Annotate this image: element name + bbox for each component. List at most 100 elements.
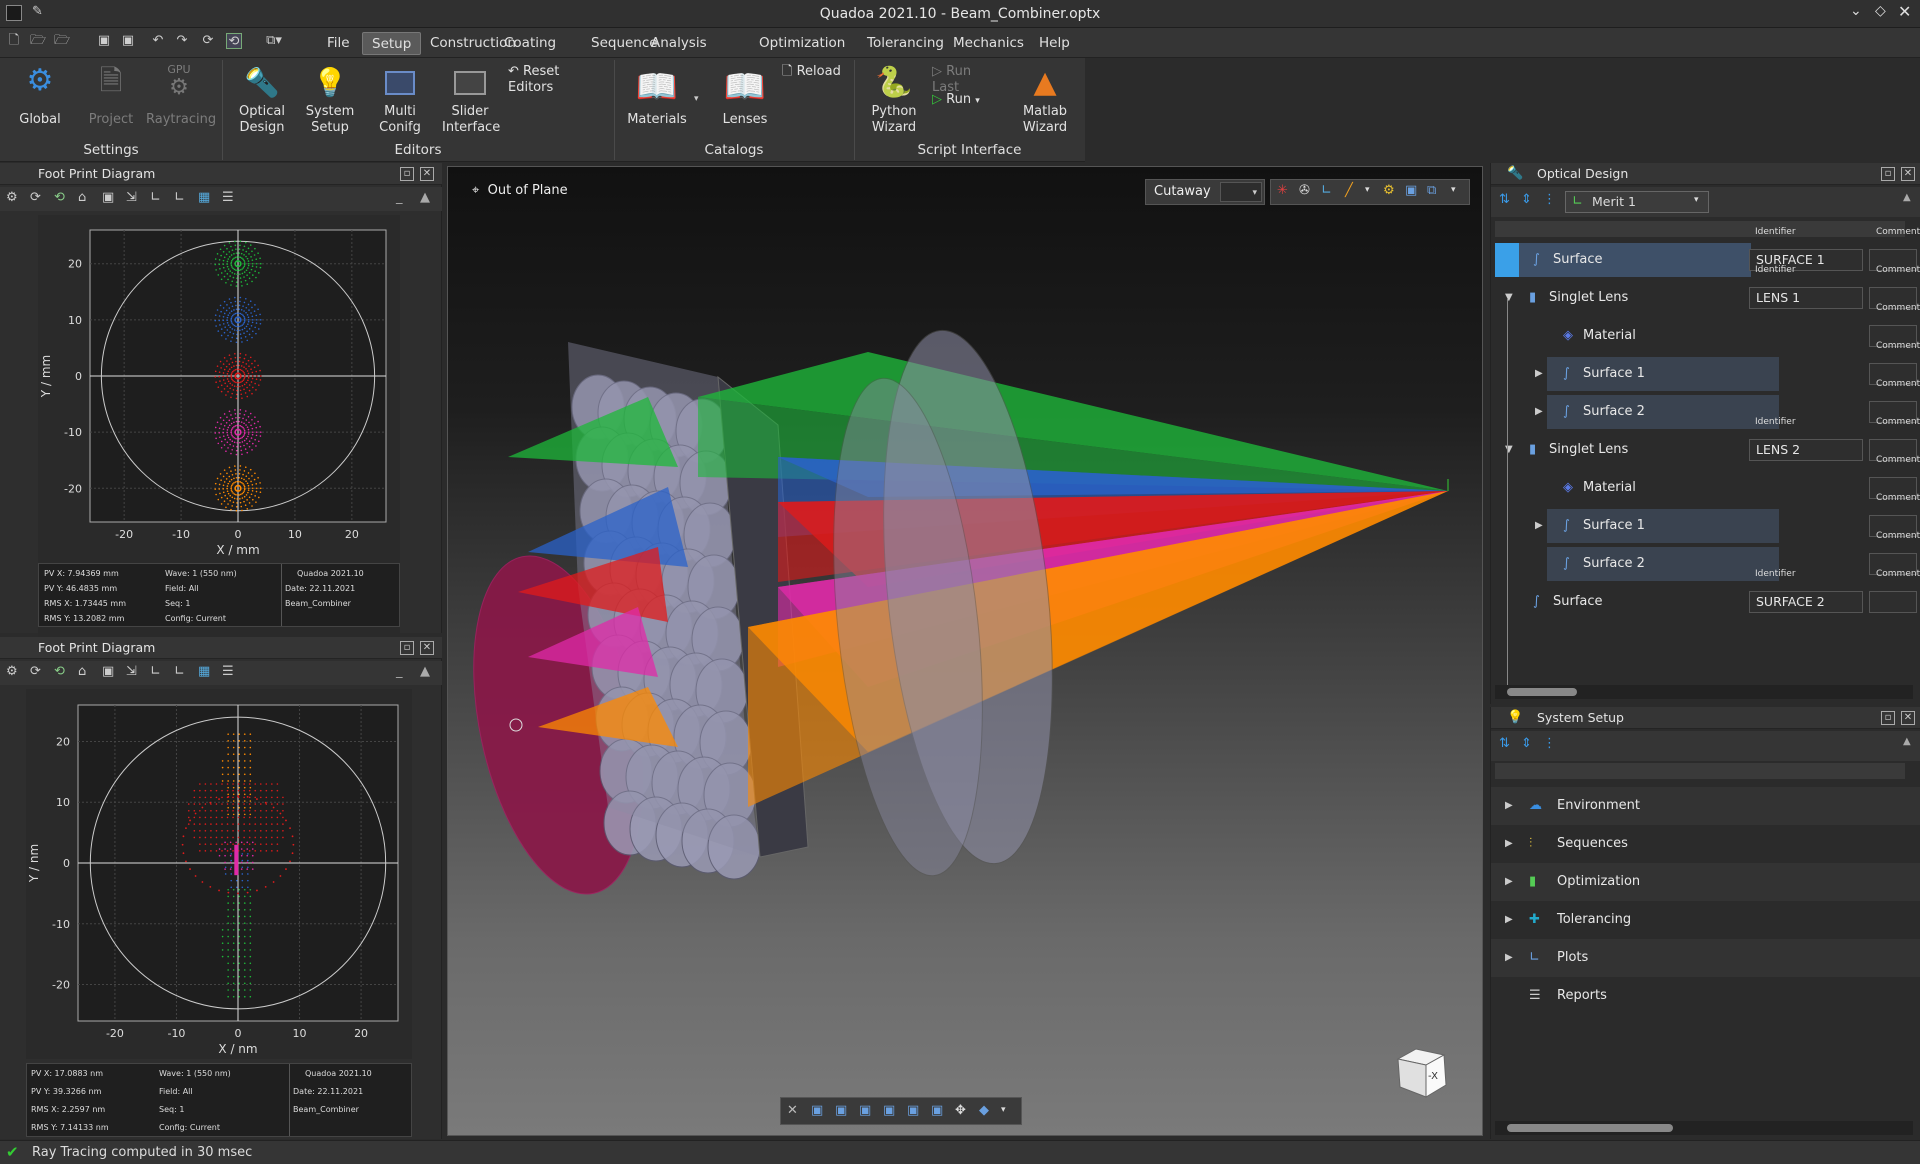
restore-icon[interactable]: ◇	[1875, 3, 1886, 19]
identifier-field[interactable]: LENS 2	[1749, 439, 1863, 461]
comment-field[interactable]	[1869, 591, 1917, 613]
window-layout-icon[interactable]: ⧉▾	[254, 33, 294, 49]
expand-all-icon[interactable]: ⇅	[1499, 192, 1510, 207]
tree-row[interactable]: ▼ ▮ Singlet Lens Identifier LENS 2 Comment	[1491, 417, 1920, 469]
matlab-wizard-button[interactable]: ▲ Matlab Wizard	[1014, 62, 1076, 136]
identifier-field[interactable]: LENS 1	[1749, 287, 1863, 309]
expand-arrow-icon[interactable]: ▶	[1505, 787, 1513, 825]
settings-gear-icon[interactable]: ⚙	[1383, 183, 1395, 198]
multi-config-button[interactable]: Multi Conifg	[372, 62, 428, 136]
horizontal-scrollbar[interactable]	[1495, 1121, 1913, 1135]
reload-button[interactable]: 🗋 Reload	[782, 64, 842, 80]
run-dropdown-icon[interactable]: ▾	[975, 96, 980, 106]
collapse-all-icon[interactable]: ⇕	[1521, 192, 1532, 207]
tree-row[interactable]: ▶ ∫ Surface 2 Comment	[1491, 379, 1920, 431]
menu-setup[interactable]: Setup	[362, 32, 422, 55]
home-icon[interactable]: ⌂	[78, 664, 86, 679]
float-panel-icon[interactable]: ▫	[1881, 711, 1895, 725]
expand-arrow-icon[interactable]: ▶	[1505, 939, 1513, 977]
system-setup-button[interactable]: 💡 System Setup	[302, 62, 358, 136]
axes-icon[interactable]: ∟	[150, 664, 161, 679]
close-panel-icon[interactable]: ✕	[1901, 711, 1915, 725]
menu-optimization[interactable]: Optimization	[750, 32, 854, 55]
expand-arrow-icon[interactable]: ▶	[1505, 825, 1513, 863]
refresh-icon[interactable]: ⟳	[30, 664, 41, 679]
open-recent-icon[interactable]: 🗁	[54, 33, 70, 49]
orientation-cube[interactable]: -X	[1394, 1045, 1447, 1098]
reset-editors-button[interactable]: ↶ Reset Editors	[508, 64, 602, 96]
scrollbar-thumb[interactable]	[1507, 688, 1577, 696]
tree-row[interactable]: ◈ Material Comment	[1491, 455, 1920, 507]
home-icon[interactable]: ⌂	[78, 190, 86, 205]
auto-update-icon[interactable]: ⟲	[226, 33, 242, 49]
menu-analysis[interactable]: Analysis	[642, 32, 716, 55]
identifier-field[interactable]: SURFACE 2	[1749, 591, 1863, 613]
axes-dotted-icon[interactable]: ∟	[174, 190, 185, 205]
expand-arrow-icon[interactable]: ▶	[1535, 507, 1543, 545]
layers-icon[interactable]: ⧉	[1427, 183, 1436, 198]
open-icon[interactable]: 🗁	[30, 33, 46, 49]
export-icon[interactable]: ⇲	[126, 664, 137, 679]
list-icon[interactable]: ☰	[222, 190, 234, 205]
fit-view-icon[interactable]: ✕	[787, 1103, 798, 1118]
expand-arrow-icon[interactable]: ▶	[1505, 863, 1513, 901]
settings-icon[interactable]: ⚙	[6, 664, 18, 679]
more-icon[interactable]: ⋮	[1543, 736, 1556, 751]
expand-all-icon[interactable]: ⇅	[1499, 736, 1510, 751]
expand-arrow-icon[interactable]: ▶	[1505, 901, 1513, 939]
setup-item-optimization[interactable]: ▶ ▮ Optimization	[1491, 863, 1920, 901]
scroll-up-icon[interactable]: ▲	[1903, 736, 1911, 747]
view-front-icon[interactable]: ▣	[811, 1103, 823, 1118]
tree-row[interactable]: ∫ Surface Identifier SURFACE 2 Comment	[1491, 569, 1920, 621]
menu-tolerancing[interactable]: Tolerancing	[858, 32, 953, 55]
aperture-icon[interactable]: ✇	[1299, 183, 1310, 198]
lenses-button[interactable]: 📖 Lenses	[714, 62, 776, 128]
auto-refresh-icon[interactable]: ⟲	[54, 664, 65, 679]
out-of-plane-indicator[interactable]: ⌖ Out of Plane	[472, 183, 568, 198]
save-as-icon[interactable]: ▣	[120, 33, 136, 49]
float-panel-icon[interactable]: ▫	[400, 167, 414, 181]
close-panel-icon[interactable]: ✕	[420, 167, 434, 181]
new-file-icon[interactable]: 🗋	[6, 33, 22, 49]
optical-design-button[interactable]: 🔦 Optical Design	[236, 62, 288, 136]
tree-row[interactable]: ∫ Surface Identifier SURFACE 1 Comment	[1491, 227, 1920, 279]
tree-row[interactable]: ∫ Surface 2 Comment	[1491, 531, 1920, 583]
view-right-icon[interactable]: ▣	[883, 1103, 895, 1118]
scroll-up-icon[interactable]: ▲	[1903, 192, 1911, 203]
cube-view-icon[interactable]: ▣	[1405, 183, 1417, 198]
setup-item-sequences[interactable]: ▶ ⫶ Sequences	[1491, 825, 1920, 863]
scroll-up-icon[interactable]: ▲	[420, 664, 430, 679]
refresh-icon[interactable]: ⟳	[30, 190, 41, 205]
cutaway-dropdown[interactable]: ▾	[1220, 182, 1262, 202]
settings-icon[interactable]: ⚙	[6, 190, 18, 205]
scroll-up-icon[interactable]: ▲	[420, 190, 430, 205]
minimize-plot-icon[interactable]: _	[396, 190, 403, 205]
close-panel-icon[interactable]: ✕	[1901, 167, 1915, 181]
setup-item-reports[interactable]: ☰ Reports	[1491, 977, 1920, 1015]
rotate-icon[interactable]: ✥	[955, 1103, 966, 1118]
horizontal-scrollbar[interactable]	[1495, 685, 1913, 699]
expand-arrow-icon[interactable]: ▶	[1535, 355, 1543, 393]
grid-icon[interactable]: ▦	[198, 190, 210, 205]
slider-interface-button[interactable]: Slider Interface	[442, 62, 500, 136]
camera-mode-icon[interactable]: ◆	[979, 1103, 989, 1118]
raytracing-settings-button[interactable]: GPU ⚙ Raytracing	[146, 62, 216, 128]
float-panel-icon[interactable]: ▫	[1881, 167, 1895, 181]
minimize-plot-icon[interactable]: _	[396, 664, 403, 679]
export-icon[interactable]: ⇲	[126, 190, 137, 205]
undo-icon[interactable]: ↶	[150, 33, 166, 49]
setup-item-tolerancing[interactable]: ▶ ✚ Tolerancing	[1491, 901, 1920, 939]
cutaway-control[interactable]: Cutaway ▾	[1145, 179, 1265, 205]
refresh-icon[interactable]: ⟳	[200, 33, 216, 49]
tree-row[interactable]: ◈ Material Comment	[1491, 303, 1920, 355]
view-top-icon[interactable]: ▣	[907, 1103, 919, 1118]
tree-row[interactable]: ▼ ▮ Singlet Lens Identifier LENS 1 Comment	[1491, 265, 1920, 317]
camera-dropdown-icon[interactable]: ▾	[1001, 1105, 1006, 1115]
redo-icon[interactable]: ↷	[174, 33, 190, 49]
scrollbar-thumb[interactable]	[1507, 1124, 1673, 1132]
layers-dropdown-icon[interactable]: ▾	[1451, 185, 1456, 195]
run-button[interactable]: ▷ Run ▾	[932, 92, 1002, 109]
axes-dotted-icon[interactable]: ∟	[174, 664, 185, 679]
save-icon[interactable]: ▣	[96, 33, 112, 49]
3d-viewport[interactable]: ⌖ Out of Plane Cutaway ▾ ✳ ✇ ∟ ╱ ▾ ⚙ ▣ ⧉…	[447, 166, 1483, 1136]
